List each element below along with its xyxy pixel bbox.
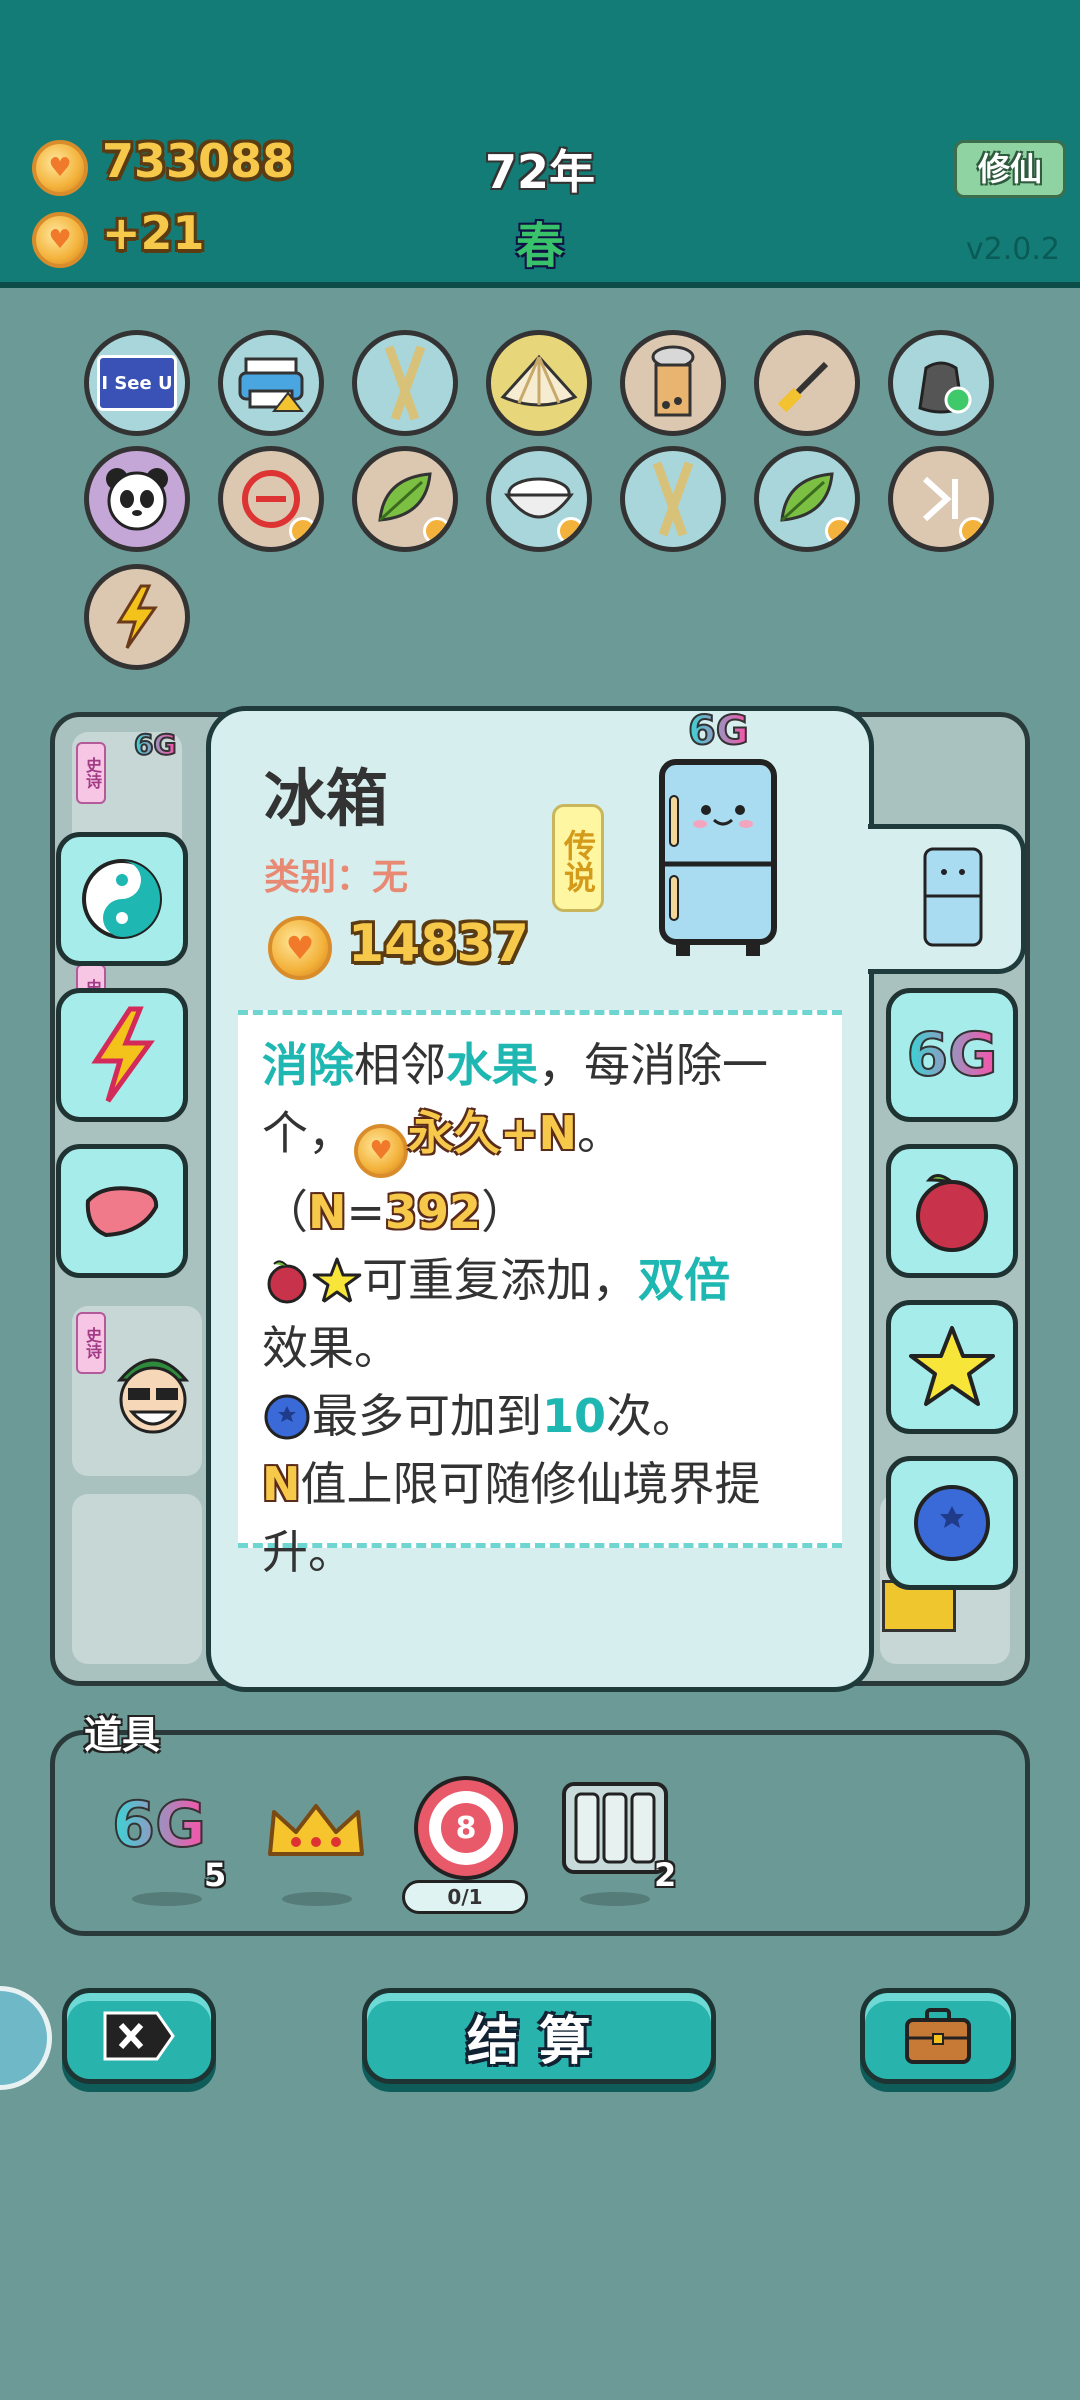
target-icon[interactable]: 8 (414, 1776, 518, 1880)
prop-slots-count: 2 (654, 1856, 677, 1894)
bubble-tea-icon[interactable] (620, 330, 726, 436)
printer-icon[interactable] (218, 330, 324, 436)
shell-icon[interactable] (486, 330, 592, 436)
blueberry-tile[interactable] (886, 1456, 1018, 1590)
version-label: v2.0.2 (965, 232, 1060, 267)
coin-income: +21 (102, 206, 205, 260)
year-label: 72年 (484, 145, 595, 199)
liver-icon (85, 1186, 159, 1238)
close-icon (103, 2011, 175, 2061)
side-helper-button[interactable] (0, 1986, 52, 2090)
desc-line-6: 最多可加到10次。 (262, 1382, 818, 1450)
prop-6g-count: 5 (204, 1856, 227, 1894)
prop-shadow (282, 1892, 352, 1906)
discard-button[interactable] (62, 1988, 216, 2084)
desc-line-7: N值上限可随修仙境界提 (262, 1457, 761, 1511)
chopsticks-icon[interactable] (352, 330, 458, 436)
skip-icon[interactable] (888, 446, 994, 552)
crown-icon[interactable] (264, 1800, 368, 1864)
leaf-icon[interactable] (754, 446, 860, 552)
liver-tile[interactable] (56, 1144, 188, 1278)
tile-6g-label: 6G (906, 1019, 999, 1091)
props-label: 道具 (84, 1713, 161, 1757)
prop-shadow (132, 1892, 202, 1906)
item-category: 类别：无 (264, 857, 409, 898)
desc-line-3: （N=392） (262, 1185, 528, 1239)
season-label: 春 (515, 218, 564, 274)
income-coin-icon: ♥ (32, 212, 88, 268)
lychee-tile[interactable] (886, 1144, 1018, 1278)
desc-line-2: 个， ♥ 永久+N。 (262, 1099, 818, 1178)
lychee-icon (916, 1174, 988, 1252)
i-see-u-sign: I See U (97, 355, 177, 411)
target-inner-ring: 8 (429, 1791, 503, 1865)
briefcase-icon (905, 2008, 971, 2064)
prop-shadow (580, 1892, 650, 1906)
epic-tag: 史诗 (76, 1312, 106, 1374)
lightning-icon[interactable] (84, 564, 190, 670)
item-price: 14837 (348, 914, 529, 974)
star-tile[interactable] (886, 1300, 1018, 1434)
doctor-character (108, 1340, 198, 1440)
settle-label: 结算 (466, 2011, 611, 2072)
coin-icon: ♥ (354, 1124, 408, 1178)
target-value: 8 (441, 1803, 491, 1853)
board-6g-badge: 6G (133, 727, 177, 762)
price-coin-icon: ♥ (268, 916, 332, 980)
desc-line-5: 效果。 (262, 1321, 400, 1375)
item-description: 消除相邻水果，每消除一 个， ♥ 永久+N。 （N=392） 可重复添加，双倍 效果… (238, 1010, 842, 1579)
fridge-mini-icon (922, 846, 984, 950)
star-icon (909, 1326, 995, 1406)
settle-button[interactable]: 结算 (362, 1988, 716, 2084)
desc-line-4: 可重复添加，双倍 (262, 1246, 818, 1314)
coin-total: 733088 (102, 134, 295, 188)
bag-button[interactable] (860, 1988, 1016, 2084)
fridge-icon (656, 756, 780, 962)
desc-line-1: 消除相邻水果，每消除一 (262, 1038, 768, 1092)
minus-icon[interactable] (218, 446, 324, 552)
leaf-icon[interactable] (352, 446, 458, 552)
prop-6g[interactable]: 6G (111, 1787, 207, 1862)
rice-bowl-icon[interactable] (486, 446, 592, 552)
star-icon (312, 1257, 362, 1304)
yin-yang-icon (82, 859, 162, 939)
panda-icon[interactable] (84, 446, 190, 552)
epic-tag: 史诗 (76, 742, 106, 804)
screwdriver-icon[interactable] (754, 330, 860, 436)
target-progress: 0/1 (402, 1880, 528, 1914)
yin-yang-tile[interactable] (56, 832, 188, 966)
chopsticks-icon[interactable] (620, 446, 726, 552)
xiuxian-button[interactable]: 修仙 (954, 140, 1066, 198)
blueberry-icon (264, 1394, 310, 1440)
rarity-badge: 传说 (552, 804, 604, 912)
desc-line-8: 升。 (262, 1525, 354, 1579)
symbol-i-see-u[interactable]: I See U (84, 330, 190, 436)
fridge-6g-tag: 6G (687, 707, 750, 755)
item-title: 冰箱 (264, 762, 389, 835)
blueberry-icon (914, 1485, 990, 1561)
lightning-icon (91, 1006, 155, 1103)
lightning-tile[interactable] (56, 988, 188, 1122)
trash-bag-icon[interactable] (888, 330, 994, 436)
tile-6g[interactable]: 6G (886, 988, 1018, 1122)
lychee-icon (267, 1260, 307, 1304)
board-slot (72, 1494, 202, 1664)
coin-icon: ♥ (32, 140, 88, 196)
